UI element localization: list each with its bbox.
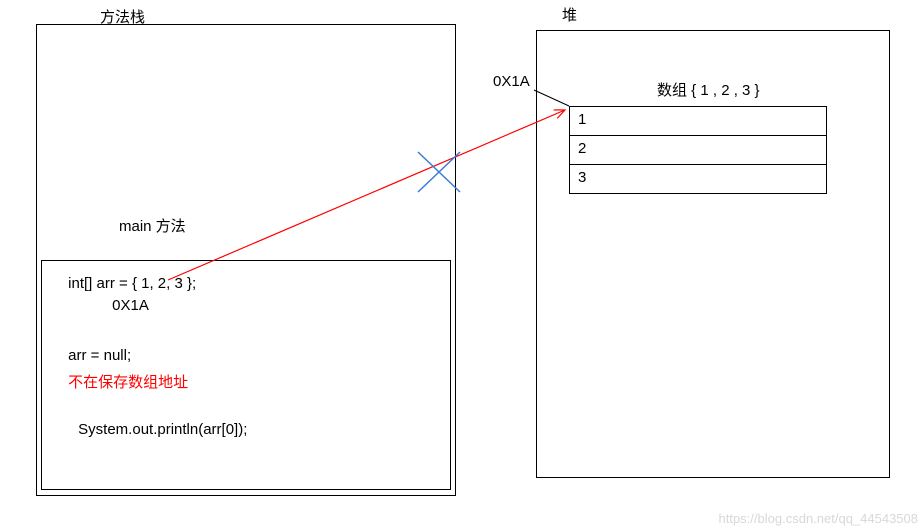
array-cell-0: 1 <box>570 107 826 136</box>
watermark: https://blog.csdn.net/qq_44543508 <box>719 511 919 526</box>
code-decl: int[] arr = { 1, 2, 3 }; <box>68 275 196 292</box>
code-print: System.out.println(arr[0]); <box>78 421 247 438</box>
array-box: 1 2 3 <box>569 106 827 194</box>
main-frame: int[] arr = { 1, 2, 3 }; 0X1A arr = null… <box>41 260 451 490</box>
array-cell-1: 2 <box>570 136 826 165</box>
heap-title: 堆 <box>562 4 577 25</box>
code-addr: 0X1A <box>112 297 149 314</box>
stack-area: main 方法 int[] arr = { 1, 2, 3 }; 0X1A ar… <box>36 24 456 496</box>
code-assign-null: arr = null; <box>68 347 131 364</box>
code-note: 不在保存数组地址 <box>68 371 188 392</box>
array-label: 数组 { 1 , 2 , 3 } <box>657 79 760 100</box>
heap-area: 0X1A 数组 { 1 , 2 , 3 } 1 2 3 <box>536 30 890 478</box>
main-method-label: main 方法 <box>119 215 186 236</box>
array-cell-2: 3 <box>570 165 826 193</box>
heap-addr-label: 0X1A <box>493 73 530 90</box>
